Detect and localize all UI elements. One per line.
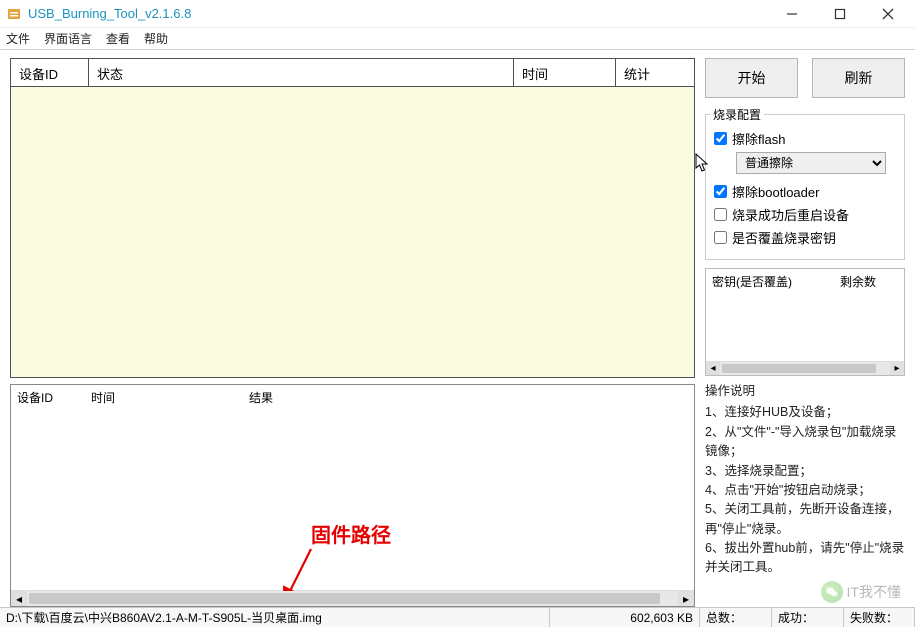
log-grid-hscrollbar[interactable]: ◂ ▸ <box>11 590 694 606</box>
reboot-after-label: 烧录成功后重启设备 <box>732 205 849 224</box>
key-grid-body[interactable] <box>706 293 904 361</box>
menu-file[interactable]: 文件 <box>6 30 30 47</box>
burn-config-legend: 烧录配置 <box>710 106 764 123</box>
erase-bootloader-checkbox[interactable] <box>714 185 727 198</box>
menu-view[interactable]: 查看 <box>106 30 130 47</box>
col-header-status[interactable]: 状态 <box>89 59 514 86</box>
key-scroll-thumb[interactable] <box>722 364 876 373</box>
titlebar: USB_Burning_Tool_v2.1.6.8 <box>0 0 915 28</box>
erase-flash-label: 擦除flash <box>732 129 785 148</box>
instruction-step-5: 5、关闭工具前，先断开设备连接，再"停止"烧录。 <box>705 500 905 539</box>
key-grid-hscrollbar[interactable]: ◂ ▸ <box>706 361 904 375</box>
reboot-after-checkbox[interactable] <box>714 208 727 221</box>
log-grid-header: 设备ID 时间 结果 <box>11 385 694 409</box>
reboot-after-row[interactable]: 烧录成功后重启设备 <box>714 205 896 224</box>
instruction-step-2: 2、从"文件"-"导入烧录包"加载烧录镜像； <box>705 423 905 462</box>
device-grid: 设备ID 状态 时间 统计 <box>10 58 695 378</box>
menubar: 文件 界面语言 查看 帮助 <box>0 28 915 50</box>
overwrite-key-checkbox[interactable] <box>714 231 727 244</box>
status-firmware-path: D:\下载\百度云\中兴B860AV2.1-A-M-T-S905L-当贝桌面.i… <box>0 608 550 627</box>
key-scroll-track[interactable] <box>720 362 890 375</box>
overwrite-key-label: 是否覆盖烧录密钥 <box>732 228 836 247</box>
instruction-step-3: 3、选择烧录配置； <box>705 462 905 481</box>
device-grid-header: 设备ID 状态 时间 统计 <box>11 59 694 87</box>
key-grid: 密钥(是否覆盖) 剩余数 ◂ ▸ <box>705 268 905 376</box>
menu-help[interactable]: 帮助 <box>144 30 168 47</box>
instruction-step-6: 6、拔出外置hub前，请先"停止"烧录并关闭工具。 <box>705 539 905 578</box>
erase-bootloader-row[interactable]: 擦除bootloader <box>714 182 896 201</box>
col-header-device-id[interactable]: 设备ID <box>11 59 89 86</box>
status-file-size: 602,603 KB <box>550 608 700 627</box>
erase-bootloader-label: 擦除bootloader <box>732 182 819 201</box>
window-controls <box>777 4 909 24</box>
scroll-thumb[interactable] <box>29 593 660 604</box>
status-total: 总数： <box>700 608 772 627</box>
app-icon <box>6 6 22 22</box>
burn-config-group: 烧录配置 擦除flash 普通擦除 擦除bootloader 烧录成功后重启设备 <box>705 114 905 260</box>
right-pane: 开始 刷新 烧录配置 擦除flash 普通擦除 擦除bootloader 烧录成… <box>699 50 915 607</box>
instructions-header: 操作说明 <box>705 382 905 401</box>
erase-flash-checkbox[interactable] <box>714 132 727 145</box>
col-header-statistic[interactable]: 统计 <box>616 59 694 86</box>
scroll-left-icon[interactable]: ◂ <box>11 591 27 606</box>
annotation-firmware-path: 固件路径 <box>311 519 391 548</box>
instruction-step-4: 4、点击"开始"按钮启动烧录； <box>705 481 905 500</box>
main-area: 设备ID 状态 时间 统计 设备ID 时间 结果 固件路径 ◂ <box>0 50 915 607</box>
erase-mode-select[interactable]: 普通擦除 <box>736 152 886 174</box>
minimize-button[interactable] <box>777 4 807 24</box>
statusbar: D:\下载\百度云\中兴B860AV2.1-A-M-T-S905L-当贝桌面.i… <box>0 607 915 627</box>
status-fail: 失败数： <box>844 608 915 627</box>
instruction-step-1: 1、连接好HUB及设备； <box>705 403 905 422</box>
log-col-device-id[interactable]: 设备ID <box>11 385 85 409</box>
window-title: USB_Burning_Tool_v2.1.6.8 <box>28 6 777 21</box>
log-col-time[interactable]: 时间 <box>85 385 243 409</box>
col-header-time[interactable]: 时间 <box>514 59 616 86</box>
log-col-result[interactable]: 结果 <box>243 385 694 409</box>
left-pane: 设备ID 状态 时间 统计 设备ID 时间 结果 固件路径 ◂ <box>0 50 699 607</box>
key-scroll-right-icon[interactable]: ▸ <box>890 362 904 375</box>
key-col-key[interactable]: 密钥(是否覆盖) <box>706 269 834 293</box>
start-button[interactable]: 开始 <box>705 58 798 98</box>
key-grid-header: 密钥(是否覆盖) 剩余数 <box>706 269 904 293</box>
key-scroll-left-icon[interactable]: ◂ <box>706 362 720 375</box>
scroll-track[interactable] <box>27 591 678 606</box>
instructions-panel: 操作说明 1、连接好HUB及设备； 2、从"文件"-"导入烧录包"加载烧录镜像；… <box>705 382 905 578</box>
scroll-right-icon[interactable]: ▸ <box>678 591 694 606</box>
log-grid: 设备ID 时间 结果 固件路径 ◂ ▸ <box>10 384 695 607</box>
log-grid-body[interactable]: 固件路径 <box>11 409 694 590</box>
erase-mode-row: 普通擦除 <box>736 152 896 174</box>
device-grid-body[interactable] <box>11 87 694 377</box>
menu-language[interactable]: 界面语言 <box>44 30 92 47</box>
overwrite-key-row[interactable]: 是否覆盖烧录密钥 <box>714 228 896 247</box>
maximize-button[interactable] <box>825 4 855 24</box>
status-success: 成功： <box>772 608 844 627</box>
refresh-button[interactable]: 刷新 <box>812 58 905 98</box>
action-buttons: 开始 刷新 <box>705 58 905 98</box>
close-button[interactable] <box>873 4 903 24</box>
key-col-remain[interactable]: 剩余数 <box>834 269 904 293</box>
erase-flash-row[interactable]: 擦除flash <box>714 129 896 148</box>
